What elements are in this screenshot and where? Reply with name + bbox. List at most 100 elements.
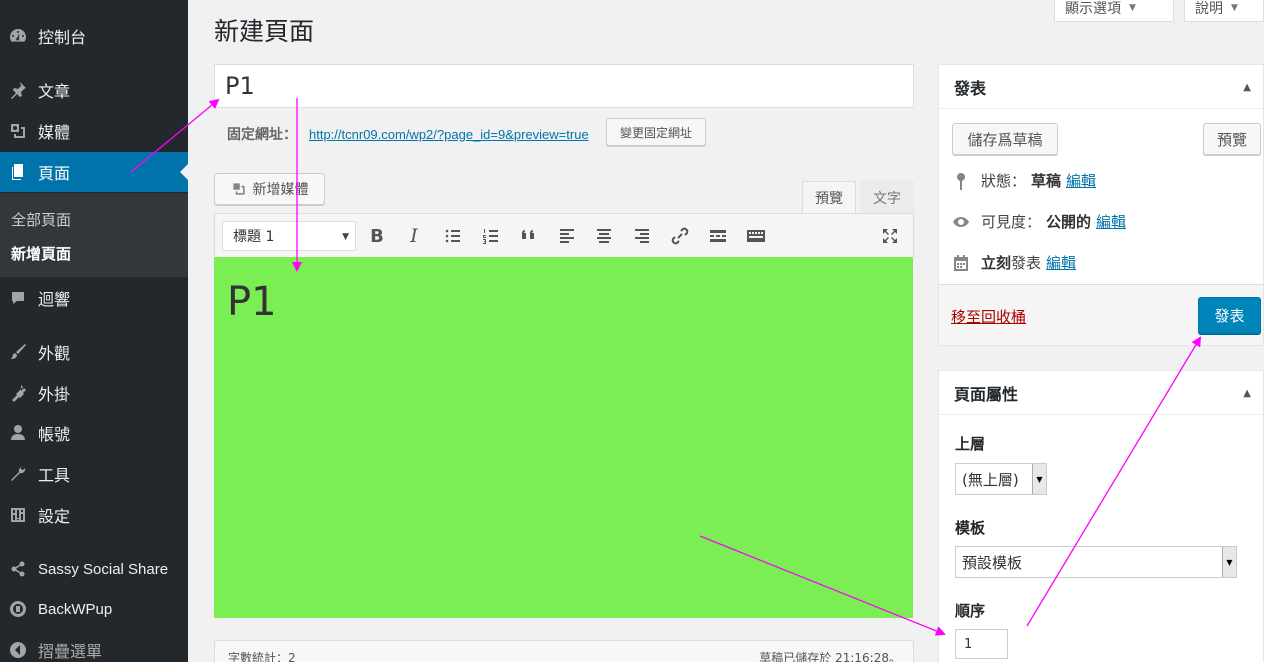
sidebar-item-posts[interactable]: 文章 [0, 70, 188, 110]
format-select-value: 標題 1 [233, 229, 275, 245]
bullet-list-icon[interactable] [439, 222, 467, 250]
sidebar-item-appearance[interactable]: 外觀 [0, 332, 188, 372]
edit-visibility-link[interactable]: 編輯 [1096, 211, 1126, 232]
schedule-suffix: 發表 [1011, 254, 1042, 272]
sidebar-item-label: 外掛 [38, 385, 71, 404]
template-label: 模板 [955, 519, 986, 537]
edit-status-link[interactable]: 編輯 [1066, 170, 1096, 191]
permalink-url-link[interactable]: http://tcnr09.com/wp2/?page_id=9&preview… [309, 127, 589, 142]
editor-toolbar: 標題 1 ▼ B I [214, 213, 914, 258]
plugin-icon [0, 383, 36, 403]
sidebar-item-label: 設定 [38, 507, 71, 526]
content-heading: P1 [227, 279, 277, 325]
sidebar-item-plugins[interactable]: 外掛 [0, 373, 188, 413]
comment-icon [0, 288, 36, 308]
pages-submenu: 全部頁面 新增頁面 [0, 193, 188, 277]
parent-select[interactable]: (無上層) ▼ [955, 463, 1047, 495]
sidebar-collapse-menu[interactable]: 摺疊選單 [0, 630, 188, 662]
collapse-arrow-icon[interactable]: ▲ [1243, 388, 1251, 399]
sidebar-item-settings[interactable]: 設定 [0, 495, 188, 535]
settings-icon [0, 505, 36, 525]
help-label: 說明 [1195, 0, 1223, 17]
tab-visual[interactable]: 預覽 [802, 181, 856, 214]
publish-button[interactable]: 發表 [1198, 297, 1261, 334]
add-media-button[interactable]: 新增媒體 [214, 173, 325, 205]
sidebar-item-comments[interactable]: 迴響 [0, 278, 188, 318]
sidebar-item-label: 工具 [38, 466, 71, 485]
link-icon[interactable] [666, 222, 694, 250]
sidebar-item-backwpup[interactable]: BackWPup [0, 589, 188, 629]
read-more-icon[interactable] [704, 222, 732, 250]
pin-icon [0, 80, 36, 100]
status-value: 草稿 [1031, 172, 1062, 190]
sidebar-item-users[interactable]: 帳號 [0, 413, 188, 453]
bold-icon[interactable]: B [363, 222, 391, 250]
move-to-trash-link[interactable]: 移至回收桶 [951, 306, 1026, 327]
publish-box-title: 發表 [954, 78, 987, 98]
sidebar-item-pages[interactable]: 頁面 [0, 152, 188, 192]
help-tab[interactable]: 說明 ▼ [1184, 0, 1264, 22]
sidebar-item-label: Sassy Social Share [38, 560, 169, 578]
editor-content-area[interactable]: P1 [214, 257, 913, 618]
permalink-label: 固定網址： [227, 127, 297, 143]
post-status-row: 狀態： 草稿 編輯 [951, 170, 1096, 191]
align-left-icon[interactable] [553, 222, 581, 250]
visibility-row: 可見度： 公開的 編輯 [951, 211, 1126, 232]
pin-icon [957, 172, 965, 190]
editor-status-bar: 字數統計：2 草稿已儲存於 21:16:28。 [214, 640, 914, 662]
blockquote-icon[interactable] [515, 222, 543, 250]
chevron-down-icon: ▼ [342, 232, 349, 242]
sidebar-item-label: 控制台 [38, 28, 87, 47]
chevron-down-icon: ▼ [1222, 547, 1236, 577]
publishing-action: 移至回收桶 發表 [939, 284, 1263, 345]
collapse-arrow-icon[interactable]: ▲ [1243, 82, 1251, 93]
media-icon [0, 121, 36, 141]
parent-label: 上層 [955, 435, 986, 453]
draft-saved-status: 草稿已儲存於 21:16:28。 [759, 651, 901, 662]
admin-sidebar: 控制台 文章 媒體 頁面 全部頁面 新增頁面 迴響 外觀 外掛 帳號 工具 設定 [0, 0, 188, 662]
page-title: 新建頁面 [214, 17, 315, 46]
caret-down-icon: ▼ [1231, 2, 1238, 13]
align-center-icon[interactable] [590, 222, 618, 250]
sidebar-item-label: 摺疊選單 [38, 642, 103, 661]
page-attributes-header[interactable]: 頁面屬性 ▲ [939, 371, 1263, 415]
page-attributes-box: 頁面屬性 ▲ 上層 (無上層) ▼ 模板 預設模板 ▼ 順序 1 [938, 370, 1264, 662]
italic-icon[interactable]: I [400, 222, 428, 250]
sidebar-item-media[interactable]: 媒體 [0, 111, 188, 151]
status-label: 狀態： [981, 172, 1027, 190]
parent-select-value: (無上層) [962, 470, 1019, 489]
page-title-input[interactable]: P1 [214, 64, 914, 108]
wrench-icon [0, 464, 36, 484]
screen-options-label: 顯示選項 [1065, 0, 1121, 17]
numbered-list-icon[interactable] [477, 222, 505, 250]
sidebar-item-label: 帳號 [38, 425, 71, 444]
backwpup-icon [0, 599, 36, 619]
screen-options-tab[interactable]: 顯示選項 ▼ [1054, 0, 1174, 22]
edit-schedule-link[interactable]: 編輯 [1046, 252, 1076, 273]
visibility-label: 可見度： [981, 213, 1042, 231]
submenu-all-pages[interactable]: 全部頁面 [11, 209, 71, 230]
sidebar-item-label: 頁面 [38, 164, 71, 183]
sidebar-item-tools[interactable]: 工具 [0, 454, 188, 494]
format-select[interactable]: 標題 1 ▼ [222, 221, 356, 251]
save-draft-button[interactable]: 儲存爲草稿 [952, 123, 1058, 155]
align-right-icon[interactable] [628, 222, 656, 250]
order-input[interactable]: 1 [955, 629, 1008, 659]
submenu-add-new-page[interactable]: 新增頁面 [11, 243, 71, 264]
share-icon [0, 559, 36, 579]
template-select-value: 預設模板 [962, 553, 1023, 572]
template-select[interactable]: 預設模板 ▼ [955, 546, 1237, 578]
change-permalink-button[interactable]: 變更固定網址 [606, 118, 706, 146]
publish-box-header[interactable]: 發表 ▲ [939, 65, 1263, 109]
toolbar-toggle-icon[interactable] [742, 222, 770, 250]
tab-text[interactable]: 文字 [860, 181, 914, 214]
dashboard-icon [0, 26, 36, 46]
sidebar-item-dashboard[interactable]: 控制台 [0, 16, 188, 56]
pages-icon [0, 162, 36, 182]
fullscreen-icon[interactable] [876, 222, 904, 250]
preview-button[interactable]: 預覽 [1203, 123, 1261, 155]
calendar-icon [954, 254, 968, 271]
sidebar-item-label: 媒體 [38, 123, 71, 142]
sidebar-item-sassy-social-share[interactable]: Sassy Social Share [0, 549, 188, 589]
publish-box: 發表 ▲ 儲存爲草稿 預覽 狀態： 草稿 編輯 可見度： 公開的 編輯 立刻 發… [938, 64, 1264, 346]
